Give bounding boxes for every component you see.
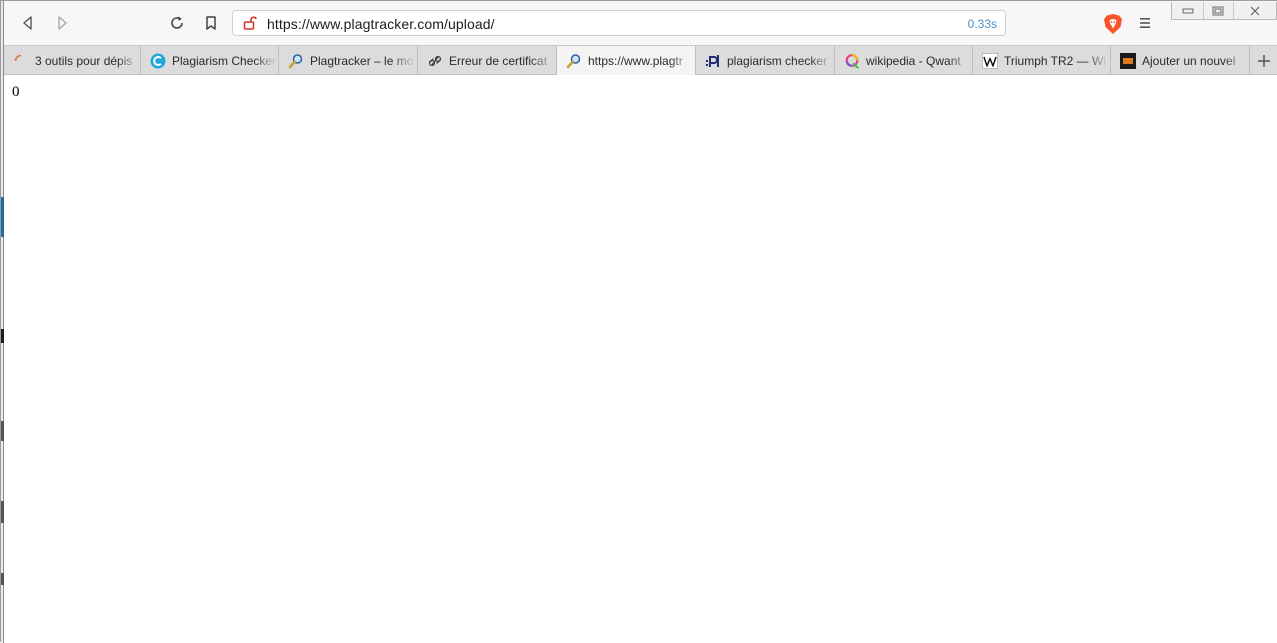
- tab-plagtracker[interactable]: Plagtracker – le mo: [279, 46, 418, 75]
- tab-title: Ajouter un nouvel: [1142, 54, 1236, 68]
- plus-icon: [1257, 54, 1270, 67]
- tab-erreur-certificat[interactable]: Erreur de certificat: [418, 46, 557, 75]
- new-tab-button[interactable]: [1250, 46, 1277, 75]
- close-icon: [1250, 6, 1260, 15]
- tab-title: Plagtracker – le mo: [310, 54, 414, 68]
- forward-arrow-icon: [58, 16, 67, 30]
- restore-icon: [1212, 6, 1224, 15]
- tab-title: https://www.plagtr: [588, 54, 683, 68]
- address-bar[interactable]: https://www.plagtracker.com/upload/ 0.33…: [232, 10, 1006, 36]
- back-button[interactable]: [16, 11, 40, 35]
- broken-link-icon: [428, 55, 442, 67]
- tab-plagiarism-checker-pl[interactable]: plagiarism checker: [696, 46, 835, 75]
- tab-3-outils[interactable]: 3 outils pour dépis: [4, 46, 141, 75]
- load-time: 0.33s: [967, 17, 997, 31]
- window-controls: [1171, 2, 1277, 20]
- wikipedia-w-icon: [982, 53, 998, 69]
- pl-logo-icon: [706, 55, 719, 67]
- hamburger-menu-icon[interactable]: [1138, 15, 1152, 31]
- plagtracker-magnifier-icon: [566, 54, 581, 69]
- orange-square-icon: [1120, 53, 1136, 69]
- plagtracker-magnifier-icon: [288, 54, 303, 69]
- tab-title: Triumph TR2 — Wi: [1004, 54, 1107, 68]
- tab-plagtracker-upload[interactable]: https://www.plagtr: [557, 46, 696, 76]
- reload-button[interactable]: [165, 11, 189, 35]
- forward-button[interactable]: [50, 11, 74, 35]
- loading-ring-icon: [14, 54, 28, 68]
- qwant-icon: [845, 54, 859, 69]
- page-body-text: 0: [12, 84, 20, 100]
- tab-plagiarism-checker[interactable]: Plagiarism Checker: [141, 46, 279, 75]
- tab-title: plagiarism checker: [727, 54, 828, 68]
- tab-wikipedia-qwant[interactable]: wikipedia - Qwant: [835, 46, 973, 75]
- bookmark-icon: [206, 16, 216, 30]
- copyleaks-c-icon: [150, 53, 166, 69]
- tab-triumph-tr2[interactable]: Triumph TR2 — Wi: [973, 46, 1111, 75]
- minimize-icon: [1182, 8, 1194, 13]
- tab-title: Plagiarism Checker: [172, 54, 277, 68]
- tab-title: wikipedia - Qwant: [866, 54, 961, 68]
- tab-title: Erreur de certificat: [449, 54, 548, 68]
- tab-strip: 3 outils pour dépis Plagiarism Checker P…: [4, 45, 1277, 76]
- minimize-button[interactable]: [1172, 2, 1203, 19]
- reload-icon: [171, 16, 183, 29]
- browser-toolbar: https://www.plagtracker.com/upload/ 0.33…: [4, 1, 1277, 45]
- restore-button[interactable]: [1203, 2, 1232, 19]
- bookmark-button[interactable]: [199, 11, 223, 35]
- url-text: https://www.plagtracker.com/upload/: [267, 16, 495, 32]
- back-arrow-icon: [23, 16, 32, 30]
- close-button[interactable]: [1232, 2, 1277, 19]
- brave-shields-icon[interactable]: [1103, 13, 1123, 35]
- page-content: 0: [4, 75, 1277, 642]
- tab-ajouter-nouvel[interactable]: Ajouter un nouvel: [1111, 46, 1250, 75]
- browser-window: https://www.plagtracker.com/upload/ 0.33…: [0, 0, 1277, 643]
- tab-title: 3 outils pour dépis: [35, 54, 133, 68]
- insecure-lock-icon: [243, 16, 257, 30]
